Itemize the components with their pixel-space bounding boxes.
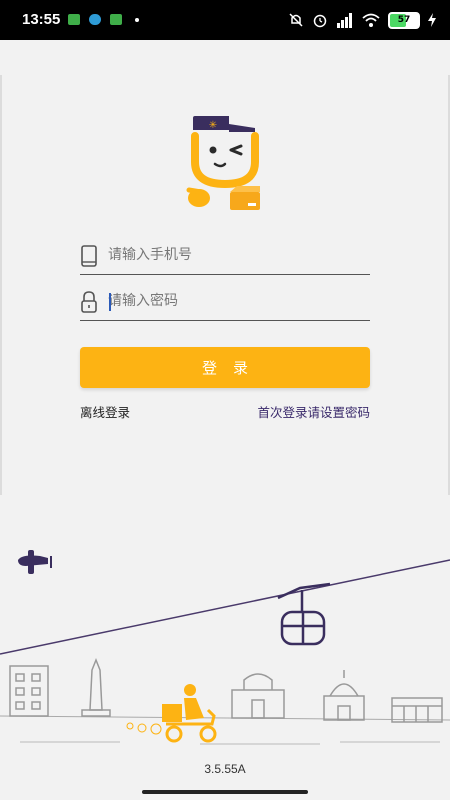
delivery-scooter-icon	[126, 684, 217, 743]
palace-icon	[231, 673, 285, 719]
notification-app-icon-3	[110, 14, 122, 25]
app-version: 3.5.55A	[204, 762, 246, 776]
status-bar: 13:55 57	[0, 0, 450, 40]
status-right-group: 57	[288, 10, 436, 30]
home-indicator[interactable]	[142, 790, 308, 794]
city-illustration	[0, 550, 450, 745]
cable-car-icon	[277, 582, 331, 646]
first-login-set-password-link[interactable]: 首次登录请设置密码	[257, 402, 370, 421]
svg-text:✳: ✳	[209, 120, 217, 131]
alarm-icon	[313, 14, 327, 28]
office-building-icon	[391, 697, 443, 723]
monument-icon	[81, 657, 111, 717]
wifi-icon	[362, 13, 380, 27]
phone-icon	[81, 245, 97, 267]
text-cursor	[109, 293, 111, 311]
battery-level: 57	[397, 15, 411, 25]
lock-icon	[81, 291, 97, 313]
phone-field	[80, 238, 370, 275]
frame-border-left	[0, 75, 2, 495]
login-button[interactable]: 登录	[80, 347, 370, 388]
battery-icon: 57	[388, 11, 420, 29]
airplane-icon	[18, 550, 52, 574]
password-input[interactable]	[108, 286, 363, 316]
status-time: 13:55	[22, 11, 61, 28]
notification-app-icon-2	[89, 14, 101, 25]
mute-icon	[289, 13, 303, 27]
building-icon	[9, 665, 49, 717]
notification-app-icon	[68, 14, 80, 25]
more-notifications-dot	[135, 18, 139, 22]
phone-input[interactable]	[108, 240, 363, 270]
domed-building-icon	[323, 670, 365, 721]
offline-login-link[interactable]: 离线登录	[80, 402, 130, 421]
signal-icon	[337, 13, 352, 28]
app-logo-courier-mascot: ✳	[186, 116, 260, 210]
charging-icon	[428, 13, 436, 27]
password-field	[80, 284, 370, 321]
